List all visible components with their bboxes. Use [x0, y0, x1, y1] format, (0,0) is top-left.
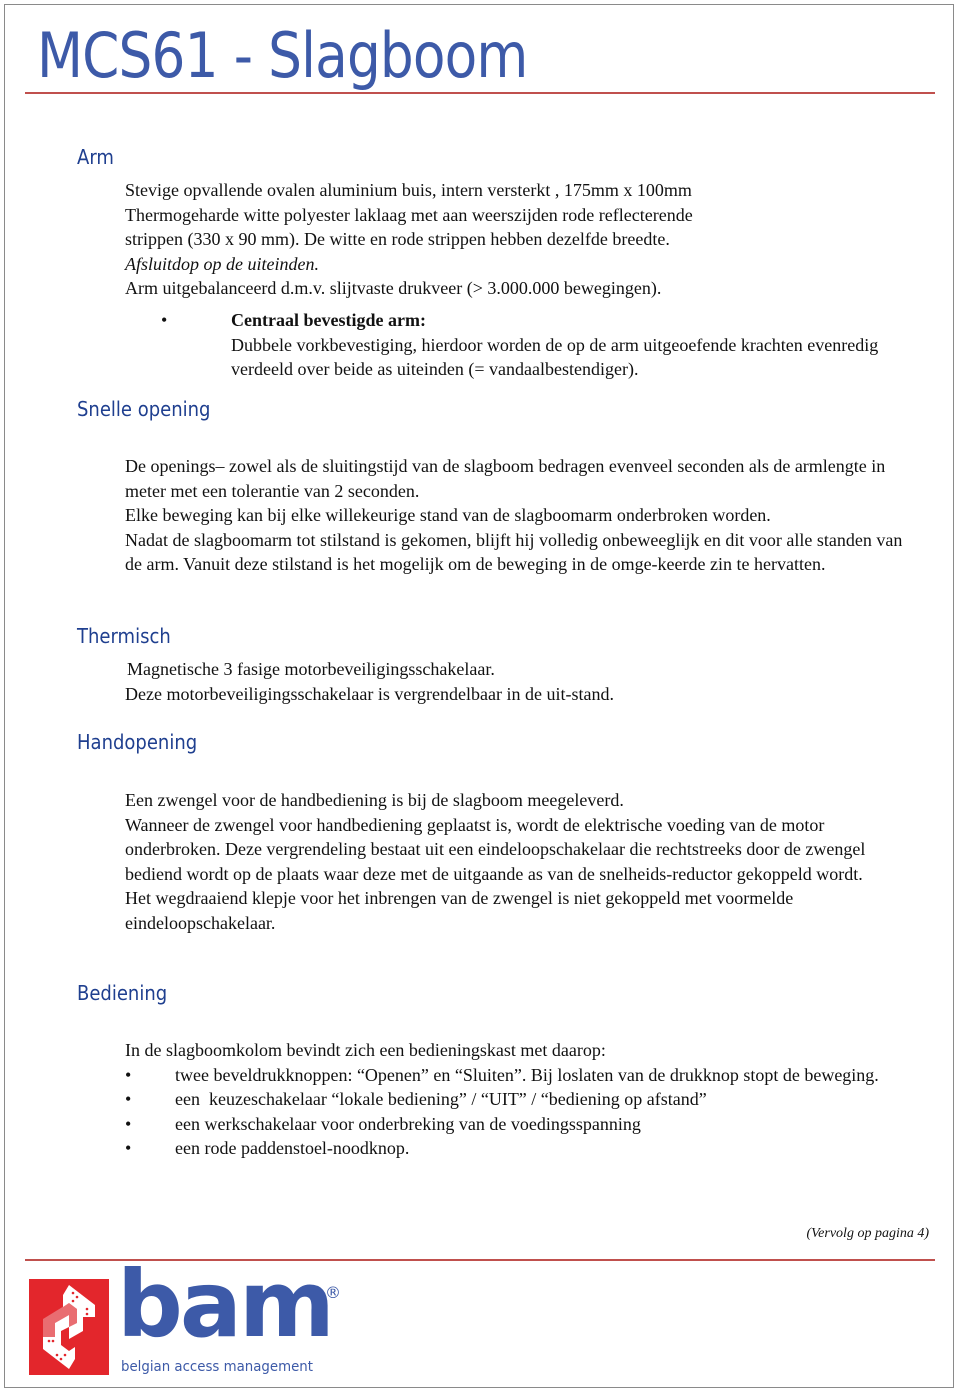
bullet-icon: •: [125, 1089, 132, 1109]
bediening-item-text: twee beveldrukknoppen: “Openen” en “Slui…: [175, 1064, 879, 1085]
paragraph: Het wegdraaiend klepje voor het inbrenge…: [125, 888, 794, 933]
bam-braille-arrows-icon: [29, 1279, 109, 1375]
bediening-list-item: • een werkschakelaar voor onderbreking v…: [125, 1112, 915, 1137]
bediening-list-item: • een rode paddenstoel-noodknop.: [125, 1136, 915, 1161]
arm-line: Thermogeharde witte polyester laklaag me…: [125, 204, 693, 225]
section-heading-arm: Arm: [77, 145, 114, 169]
bediening-list-item: • een keuzeschakelaar “lokale bediening”…: [125, 1087, 915, 1112]
registered-mark: ®: [325, 1283, 341, 1302]
paragraph: Elke beweging kan bij elke willekeurige …: [125, 505, 771, 525]
bediening-item-text: een keuzeschakelaar “lokale bediening” /…: [175, 1089, 707, 1109]
arm-bullet-item: • Centraal bevestigde arm: Dubbele vorkb…: [157, 308, 917, 382]
paragraph: De openings– zowel als de sluitingstijd …: [125, 456, 886, 501]
page-title: MCS61 - Slagboom: [37, 19, 528, 92]
thermisch-line: Magnetische 3 fasige motorbeveiligingssc…: [127, 659, 495, 679]
paragraph: Wanneer de zwengel voor handbediening ge…: [125, 814, 866, 884]
bediening-intro: In de slagboomkolom bevindt zich een bed…: [125, 1040, 606, 1060]
bediening-item-text: een werkschakelaar voor onderbreking van…: [175, 1113, 641, 1134]
section-heading-handopening: Handopening: [77, 730, 198, 754]
section-body-handopening: Een zwengel voor de handbediening is bij…: [125, 788, 915, 935]
section-body-snelle-opening: De openings– zowel als de sluitingstijd …: [125, 454, 915, 577]
document-page: MCS61 - Slagboom Arm Stevige opvallende …: [4, 4, 954, 1388]
arm-line: Stevige opvallende ovalen aluminium buis…: [125, 180, 692, 200]
section-body-thermisch: Magnetische 3 fasige motorbeveiligingssc…: [125, 657, 915, 706]
bediening-list-item: • twee beveldrukknoppen: “Openen” en “Sl…: [125, 1063, 915, 1088]
thermisch-line: Deze motorbeveiligingsschakelaar is verg…: [125, 683, 614, 704]
bullet-icon: •: [161, 310, 168, 330]
arm-line: Arm uitgebalanceerd d.m.v. slijtvaste dr…: [125, 278, 662, 298]
bediening-item-text: een rode paddenstoel-noodknop.: [175, 1138, 410, 1158]
bam-logo: bam ® belgian access management: [29, 1259, 349, 1385]
bullet-icon: •: [125, 1113, 132, 1134]
section-body-arm: Stevige opvallende ovalen aluminium buis…: [125, 178, 915, 301]
section-heading-bediening: Bediening: [77, 981, 168, 1005]
paragraph: Nadat de slagboomarm tot stilstand is ge…: [125, 529, 903, 575]
bullet-icon: •: [125, 1138, 132, 1158]
section-body-bediening: In de slagboomkolom bevindt zich een bed…: [125, 1038, 915, 1161]
arm-line: strippen (330 x 90 mm). De witte en rode…: [125, 229, 670, 249]
continuation-note: (Vervolg op pagina 4): [806, 1226, 929, 1241]
bam-wordmark: bam: [117, 1251, 335, 1358]
arm-bullet-text: Dubbele vorkbevestiging, hierdoor worden…: [231, 334, 879, 380]
arm-line: Afsluitdop op de uiteinden.: [125, 253, 319, 274]
section-heading-thermisch: Thermisch: [77, 624, 171, 648]
bam-tagline: belgian access management: [121, 1359, 313, 1375]
bullet-icon: •: [125, 1064, 132, 1085]
arm-bullet-title: Centraal bevestigde arm:: [231, 310, 426, 330]
paragraph: Een zwengel voor de handbediening is bij…: [125, 790, 624, 810]
title-divider: [25, 92, 935, 94]
section-heading-snelle-opening: Snelle opening: [77, 397, 211, 421]
